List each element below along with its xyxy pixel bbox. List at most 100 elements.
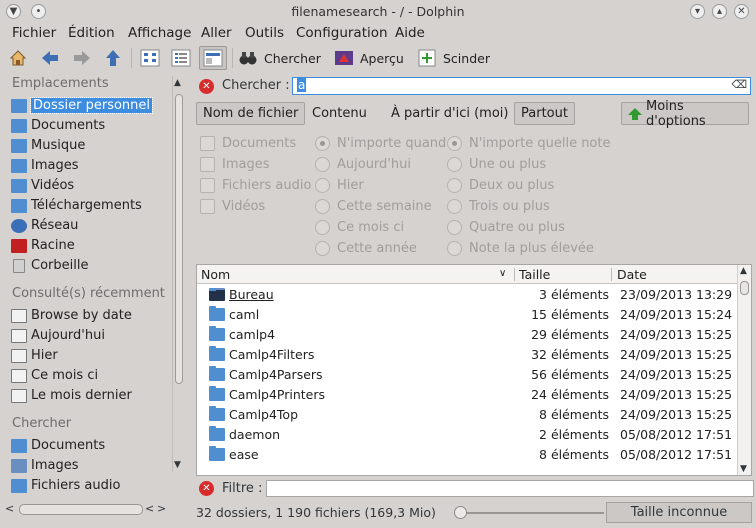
column-header-name[interactable]: Nom — [201, 267, 230, 282]
split-button[interactable]: Scinder — [417, 46, 490, 70]
sidebar-scroll-thumb[interactable] — [175, 94, 183, 384]
rating-four-radio[interactable]: Quatre ou plus — [447, 218, 565, 236]
sidebar-item-last-month[interactable]: Le mois dernier — [11, 386, 175, 405]
date-this-week-radio[interactable]: Cette semaine — [315, 197, 432, 215]
sidebar-item-trash[interactable]: Corbeille — [11, 256, 175, 275]
close-search-icon[interactable]: ✕ — [199, 79, 214, 94]
main-panel: ✕ Chercher : a ⌫ Nom de fichier Contenu … — [192, 72, 756, 528]
sidebar-item-home[interactable]: Dossier personnel — [11, 96, 175, 115]
up-button[interactable] — [103, 46, 123, 70]
sidebar-item-documents[interactable]: Documents — [11, 116, 175, 135]
table-row[interactable]: Camlp4Filters 32 éléments 24/09/2013 15:25 — [197, 345, 737, 365]
scroll-left-icon[interactable]: < — [145, 502, 154, 515]
sidebar-item-this-month[interactable]: Ce mois ci — [11, 366, 175, 385]
tab-content[interactable]: Contenu — [306, 102, 373, 125]
calendar-icon — [11, 328, 27, 343]
file-list-scrollbar[interactable]: ▲ ▼ — [737, 265, 751, 475]
rating-three-radio[interactable]: Trois ou plus — [447, 197, 550, 215]
menu-outils[interactable]: Outils — [245, 25, 284, 41]
table-row[interactable]: caml 15 éléments 24/09/2013 15:24 — [197, 305, 737, 325]
table-row[interactable]: ease 8 éléments 05/08/2012 17:51 — [197, 445, 737, 465]
scroll-left-icon[interactable]: < — [5, 502, 14, 515]
icons-view-button[interactable] — [140, 46, 160, 70]
folder-icon — [209, 406, 225, 421]
home-button[interactable] — [8, 46, 28, 70]
preview-button[interactable]: Aperçu — [334, 46, 404, 70]
date-this-year-radio[interactable]: Cette année — [315, 239, 417, 257]
sidebar-item-yesterday[interactable]: Hier — [11, 346, 175, 365]
scroll-up-icon[interactable]: ▲ — [174, 78, 181, 88]
close-filter-icon[interactable]: ✕ — [199, 481, 214, 496]
rating-highest-radio[interactable]: Note la plus élevée — [447, 239, 594, 257]
menu-fichier[interactable]: Fichier — [12, 25, 56, 41]
sidebar-item-images[interactable]: Images — [11, 156, 175, 175]
type-videos-checkbox[interactable]: Vidéos — [200, 197, 265, 215]
sidebar-item-search-documents[interactable]: Documents — [11, 436, 175, 455]
menu-edition[interactable]: Édition — [68, 25, 115, 41]
table-row[interactable]: Camlp4Top 8 éléments 24/09/2013 15:25 — [197, 405, 737, 425]
sort-chevron-icon[interactable]: ∨ — [499, 268, 506, 279]
search-input[interactable]: a ⌫ — [292, 77, 751, 95]
table-row[interactable]: daemon 2 éléments 05/08/2012 17:51 — [197, 425, 737, 445]
menu-aller[interactable]: Aller — [201, 25, 232, 41]
scroll-down-icon[interactable]: ▼ — [740, 464, 747, 474]
table-row[interactable]: Camlp4Parsers 56 éléments 24/09/2013 15:25 — [197, 365, 737, 385]
tab-filename[interactable]: Nom de fichier — [196, 102, 306, 125]
rating-one-radio[interactable]: Une ou plus — [447, 155, 546, 173]
details-view-button[interactable] — [171, 46, 191, 70]
maximize-button[interactable]: ▴ — [712, 4, 727, 19]
forward-button[interactable] — [72, 46, 92, 70]
table-row[interactable]: Bureau 3 éléments 23/09/2013 13:29 — [197, 285, 737, 305]
date-this-month-radio[interactable]: Ce mois ci — [315, 218, 404, 236]
column-header-size[interactable]: Taille — [519, 267, 550, 282]
scroll-down-icon[interactable]: ▼ — [174, 460, 181, 470]
size-info-button[interactable]: Taille inconnue — [606, 502, 752, 523]
date-anytime-radio[interactable]: N'importe quand — [315, 134, 446, 152]
scroll-up-icon[interactable]: ▲ — [740, 266, 747, 276]
file-list-scroll-thumb[interactable] — [740, 281, 749, 295]
sidebar-item-videos[interactable]: Vidéos — [11, 176, 175, 195]
table-row[interactable]: Camlp4Printers 24 éléments 24/09/2013 15:2… — [197, 385, 737, 405]
sidebar-item-browse-by-date[interactable]: Browse by date — [11, 306, 175, 325]
minimize-button[interactable]: ▾ — [690, 4, 705, 19]
column-header-date[interactable]: Date — [617, 267, 647, 282]
less-options-button[interactable]: Moins d'options — [621, 99, 749, 129]
menu-configuration[interactable]: Configuration — [296, 25, 388, 41]
sidebar-item-search-images[interactable]: Images — [11, 456, 175, 475]
table-row[interactable]: camlp4 29 éléments 24/09/2013 15:25 — [197, 325, 737, 345]
sidebar-item-network[interactable]: Réseau — [11, 216, 175, 235]
clear-text-icon[interactable]: ⌫ — [731, 78, 747, 91]
type-documents-checkbox[interactable]: Documents — [200, 134, 296, 152]
sidebar-horizontal-scrollbar[interactable]: < < > — [5, 500, 175, 520]
horizontal-scroll-thumb[interactable] — [19, 504, 143, 515]
tab-from-here[interactable]: À partir d'ici (moi) — [385, 102, 514, 125]
option-label: N'importe quelle note — [469, 135, 611, 151]
sidebar-item-label: Images — [31, 458, 79, 473]
date-today-radio[interactable]: Aujourd'hui — [315, 155, 411, 173]
back-button[interactable] — [40, 46, 60, 70]
zoom-slider-track[interactable] — [454, 512, 604, 514]
menu-aide[interactable]: Aide — [395, 25, 425, 41]
filter-input[interactable] — [266, 480, 754, 497]
folder-icon — [209, 366, 225, 381]
menu-affichage[interactable]: Affichage — [128, 25, 191, 41]
option-label: N'importe quand — [337, 135, 447, 151]
tab-everywhere[interactable]: Partout — [514, 102, 575, 125]
sidebar-item-search-audio[interactable]: Fichiers audio — [11, 476, 175, 495]
sidebar-vertical-scrollbar[interactable]: ▲ ▼ — [172, 76, 184, 472]
type-images-checkbox[interactable]: Images — [200, 155, 270, 173]
sidebar-item-root[interactable]: Racine — [11, 236, 175, 255]
close-button[interactable]: ✕ — [734, 4, 749, 19]
columns-view-button[interactable] — [199, 46, 227, 70]
date-yesterday-radio[interactable]: Hier — [315, 176, 364, 194]
sidebar-item-today[interactable]: Aujourd'hui — [11, 326, 175, 345]
type-audio-checkbox[interactable]: Fichiers audio — [200, 176, 311, 194]
scroll-right-icon[interactable]: > — [157, 502, 166, 515]
rating-two-radio[interactable]: Deux ou plus — [447, 176, 554, 194]
zoom-slider-handle[interactable] — [454, 506, 467, 519]
sidebar-item-downloads[interactable]: Téléchargements — [11, 196, 175, 215]
sidebar-item-music[interactable]: Musique — [11, 136, 175, 155]
rating-any-radio[interactable]: N'importe quelle note — [447, 134, 610, 152]
search-button[interactable]: Chercher — [238, 46, 321, 70]
toolbar: Chercher Aperçu Scinder — [0, 44, 756, 72]
